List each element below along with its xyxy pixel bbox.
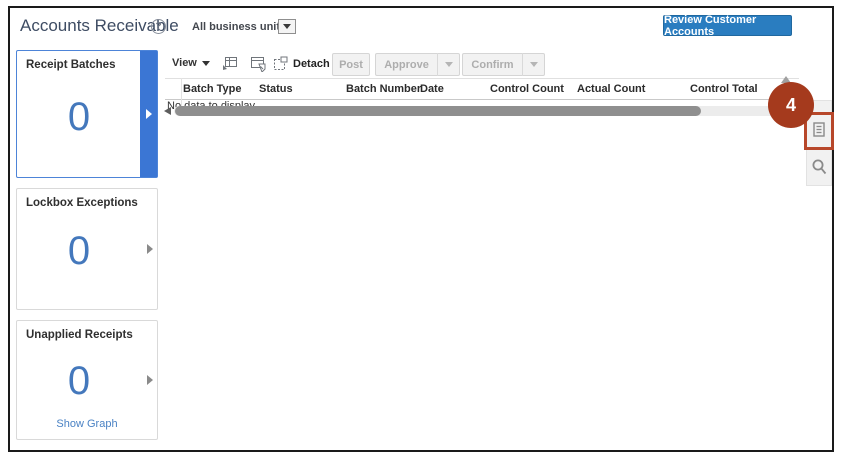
approve-dropdown-button[interactable]: [437, 53, 460, 76]
confirm-split-button: Confirm: [462, 53, 545, 76]
detach-label: Detach: [293, 58, 330, 70]
horizontal-scrollbar-thumb[interactable]: [175, 106, 701, 116]
detach-icon: [273, 56, 288, 71]
approve-button[interactable]: Approve: [375, 53, 437, 76]
search-panel-icon[interactable]: [809, 157, 829, 177]
column-header-control-total[interactable]: Control Total: [690, 83, 758, 95]
column-header-status[interactable]: Status: [259, 83, 293, 95]
infotile-unapplied-receipts[interactable]: Unapplied Receipts 0 Show Graph: [16, 320, 158, 440]
business-unit-dropdown-button[interactable]: [278, 19, 296, 34]
freeze-icon[interactable]: [222, 56, 238, 72]
show-graph-link[interactable]: Show Graph: [17, 418, 157, 430]
scroll-left-arrow-icon[interactable]: [164, 107, 171, 115]
selected-tile-bar: [140, 51, 157, 177]
column-header-batch-type[interactable]: Batch Type: [183, 83, 241, 95]
detach-button[interactable]: Detach: [273, 56, 330, 71]
chevron-down-icon: [283, 24, 291, 29]
chevron-down-icon: [445, 62, 453, 67]
post-button[interactable]: Post: [332, 53, 370, 76]
help-icon[interactable]: ?: [151, 19, 166, 34]
arrow-right-icon: [147, 375, 153, 385]
annotation-step-callout: 4: [768, 82, 814, 128]
column-header-date[interactable]: Date: [420, 83, 444, 95]
wrap-icon[interactable]: [250, 56, 266, 72]
chevron-down-icon: [202, 61, 210, 66]
infotile-title: Unapplied Receipts: [26, 329, 133, 341]
business-unit-label: All business units: [192, 21, 286, 33]
infotile-title: Lockbox Exceptions: [26, 197, 138, 209]
infotile-count: 0: [17, 359, 141, 404]
column-header-control-count[interactable]: Control Count: [490, 83, 564, 95]
infotile-lockbox-exceptions[interactable]: Lockbox Exceptions 0: [16, 188, 158, 310]
arrow-right-icon: [146, 109, 152, 119]
review-customer-accounts-button[interactable]: Review Customer Accounts: [663, 15, 792, 36]
column-header-actual-count[interactable]: Actual Count: [577, 83, 645, 95]
application-window: Accounts Receivable ? All business units…: [8, 6, 834, 452]
infotile-receipt-batches[interactable]: Receipt Batches 0: [16, 50, 158, 178]
chevron-down-icon: [530, 62, 538, 67]
infotile-title: Receipt Batches: [26, 59, 115, 71]
table-header-row: Batch Type Status Batch Number Date Cont…: [165, 78, 799, 100]
confirm-dropdown-button[interactable]: [522, 53, 545, 76]
view-menu-button[interactable]: View: [172, 57, 210, 69]
confirm-button[interactable]: Confirm: [462, 53, 522, 76]
table-toolbar: View Detach Post Approve: [165, 52, 585, 78]
infotile-count: 0: [17, 95, 141, 140]
view-menu-label: View: [172, 57, 197, 69]
infotile-count: 0: [17, 229, 141, 274]
column-header-batch-number[interactable]: Batch Number: [346, 83, 421, 95]
arrow-right-icon: [147, 244, 153, 254]
horizontal-scrollbar[interactable]: [174, 106, 795, 116]
approve-split-button: Approve: [375, 53, 460, 76]
